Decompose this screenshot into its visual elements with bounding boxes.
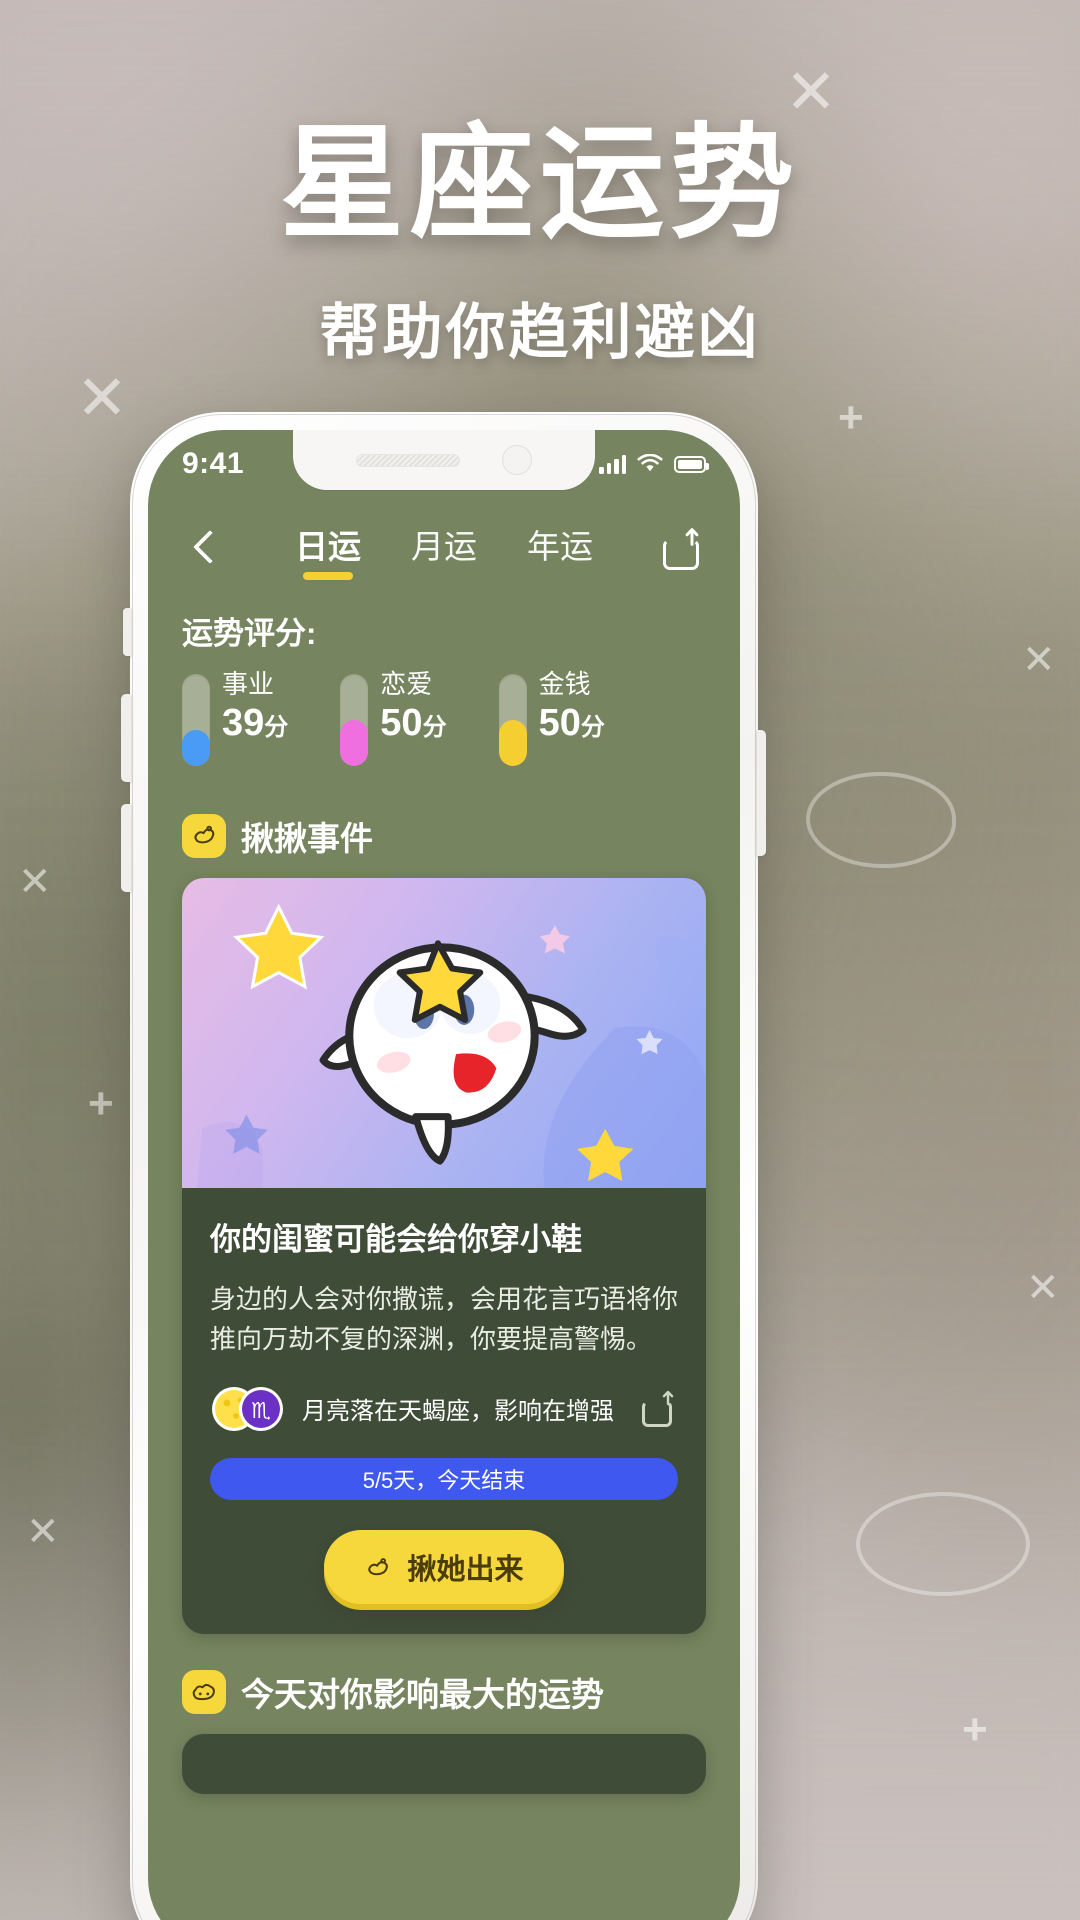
decor-x-mark: ✕ xyxy=(1026,1266,1060,1310)
tab-monthly[interactable]: 月运 xyxy=(405,516,483,582)
earpiece-speaker-icon xyxy=(356,453,460,467)
score-item-money: 金钱 50分 xyxy=(498,669,605,766)
transit-row: ♏ 月亮落在天蝎座，影响在增强 xyxy=(210,1384,678,1434)
ghost-character-illustration xyxy=(182,878,706,1188)
decor-x-mark: ✕ xyxy=(18,860,52,904)
catch-her-button-label: 揪她出来 xyxy=(407,1553,524,1586)
event-card[interactable]: 你的闺蜜可能会给你穿小鞋 身边的人会对你撒谎，会用花言巧语将你推向万劫不复的深渊… xyxy=(182,878,706,1634)
battery-icon xyxy=(674,455,709,473)
phone-mute-switch xyxy=(123,608,131,656)
score-label: 恋爱 xyxy=(380,669,433,699)
tab-yearly[interactable]: 年运 xyxy=(521,516,599,582)
score-value: 50 xyxy=(380,701,423,744)
score-unit: 分 xyxy=(264,713,289,741)
score-section-label: 运势评分: xyxy=(182,616,317,651)
gauge-love xyxy=(340,674,369,766)
event-heading-label: 揪揪事件 xyxy=(241,820,373,857)
top-fortune-section-heading: 今天对你影响最大的运势 xyxy=(182,1668,706,1716)
share-icon[interactable] xyxy=(660,526,706,572)
phone-mockup: 9:41 日运 月运 年运 运势评分: 事业 39分 恋爱 50分 金钱 50分… xyxy=(121,412,766,1920)
screen-content: 运势评分: 事业 39分 恋爱 50分 金钱 50分 揪揪事件 你的闺蜜可能会给… xyxy=(148,592,740,1920)
event-section-heading: 揪揪事件 xyxy=(182,812,706,860)
phone-power-button xyxy=(757,730,766,856)
nav-bar: 日运 月运 年运 xyxy=(148,506,740,592)
event-card-body: 身边的人会对你撒谎，会用花言巧语将你推向万劫不复的深渊，你要提高警惕。 xyxy=(210,1284,679,1355)
poster-subtitle: 帮助你趋利避凶 xyxy=(319,298,761,368)
decor-cloud-ring xyxy=(806,772,956,868)
share-arrow-icon xyxy=(662,1390,674,1405)
score-value: 39 xyxy=(222,701,265,744)
score-label: 金钱 xyxy=(538,669,591,699)
score-unit: 分 xyxy=(580,713,605,741)
score-value: 50 xyxy=(538,701,581,744)
fortune-period-tabs: 日运 月运 年运 xyxy=(228,516,660,582)
event-progress-text: 5/5天，今天结束 xyxy=(362,1467,526,1493)
event-card-title: 你的闺蜜可能会给你穿小鞋 xyxy=(210,1222,582,1257)
top-fortune-card[interactable] xyxy=(182,1733,706,1794)
catch-her-button[interactable]: 揪她出来 xyxy=(324,1529,564,1604)
decor-plus-mark: + xyxy=(88,1079,114,1128)
decor-plus-mark: + xyxy=(838,393,864,442)
poster-headline: 星座运势 帮助你趋利避凶 xyxy=(0,82,1080,371)
event-progress-bar: 5/5天，今天结束 xyxy=(210,1457,678,1500)
gauge-money xyxy=(498,674,527,766)
card-share-icon[interactable] xyxy=(640,1390,678,1428)
cloud-peanut-icon xyxy=(182,1669,226,1714)
phone-volume-up-button xyxy=(121,694,131,782)
tab-daily[interactable]: 日运 xyxy=(289,516,367,582)
top-fortune-heading-label: 今天对你影响最大的运势 xyxy=(241,1675,604,1713)
peanut-icon xyxy=(368,1557,389,1575)
score-gauge-list: 事业 39分 恋爱 50分 金钱 50分 xyxy=(182,669,706,766)
poster-title: 星座运势 xyxy=(279,112,800,256)
gauge-career xyxy=(182,674,210,766)
status-time: 9:41 xyxy=(182,447,245,480)
decor-cloud-ring xyxy=(856,1492,1030,1596)
decor-plus-mark: + xyxy=(962,1705,988,1754)
score-label: 事业 xyxy=(222,669,275,699)
decor-x-mark: ✕ xyxy=(26,1510,60,1554)
share-arrow-icon xyxy=(685,528,699,546)
phone-notch xyxy=(293,430,595,490)
moon-scorpio-icon: ♏ xyxy=(210,1384,288,1434)
phone-volume-down-button xyxy=(121,804,131,892)
score-unit: 分 xyxy=(422,713,447,741)
signal-icon xyxy=(599,454,626,474)
score-item-love: 恋爱 50分 xyxy=(340,669,447,766)
decor-x-mark: ✕ xyxy=(1022,638,1056,682)
transit-text: 月亮落在天蝎座，影响在增强 xyxy=(302,1398,614,1426)
front-camera-icon xyxy=(502,445,532,475)
svg-text:♏: ♏ xyxy=(251,1399,271,1424)
peanut-icon xyxy=(182,814,226,858)
wifi-icon xyxy=(637,454,663,472)
phone-screen: 9:41 日运 月运 年运 运势评分: 事业 39分 恋爱 50分 金钱 50分… xyxy=(148,430,740,1920)
back-chevron-icon[interactable] xyxy=(182,526,228,572)
score-item-career: 事业 39分 xyxy=(182,669,289,766)
decor-x-mark: ✕ xyxy=(76,364,128,433)
